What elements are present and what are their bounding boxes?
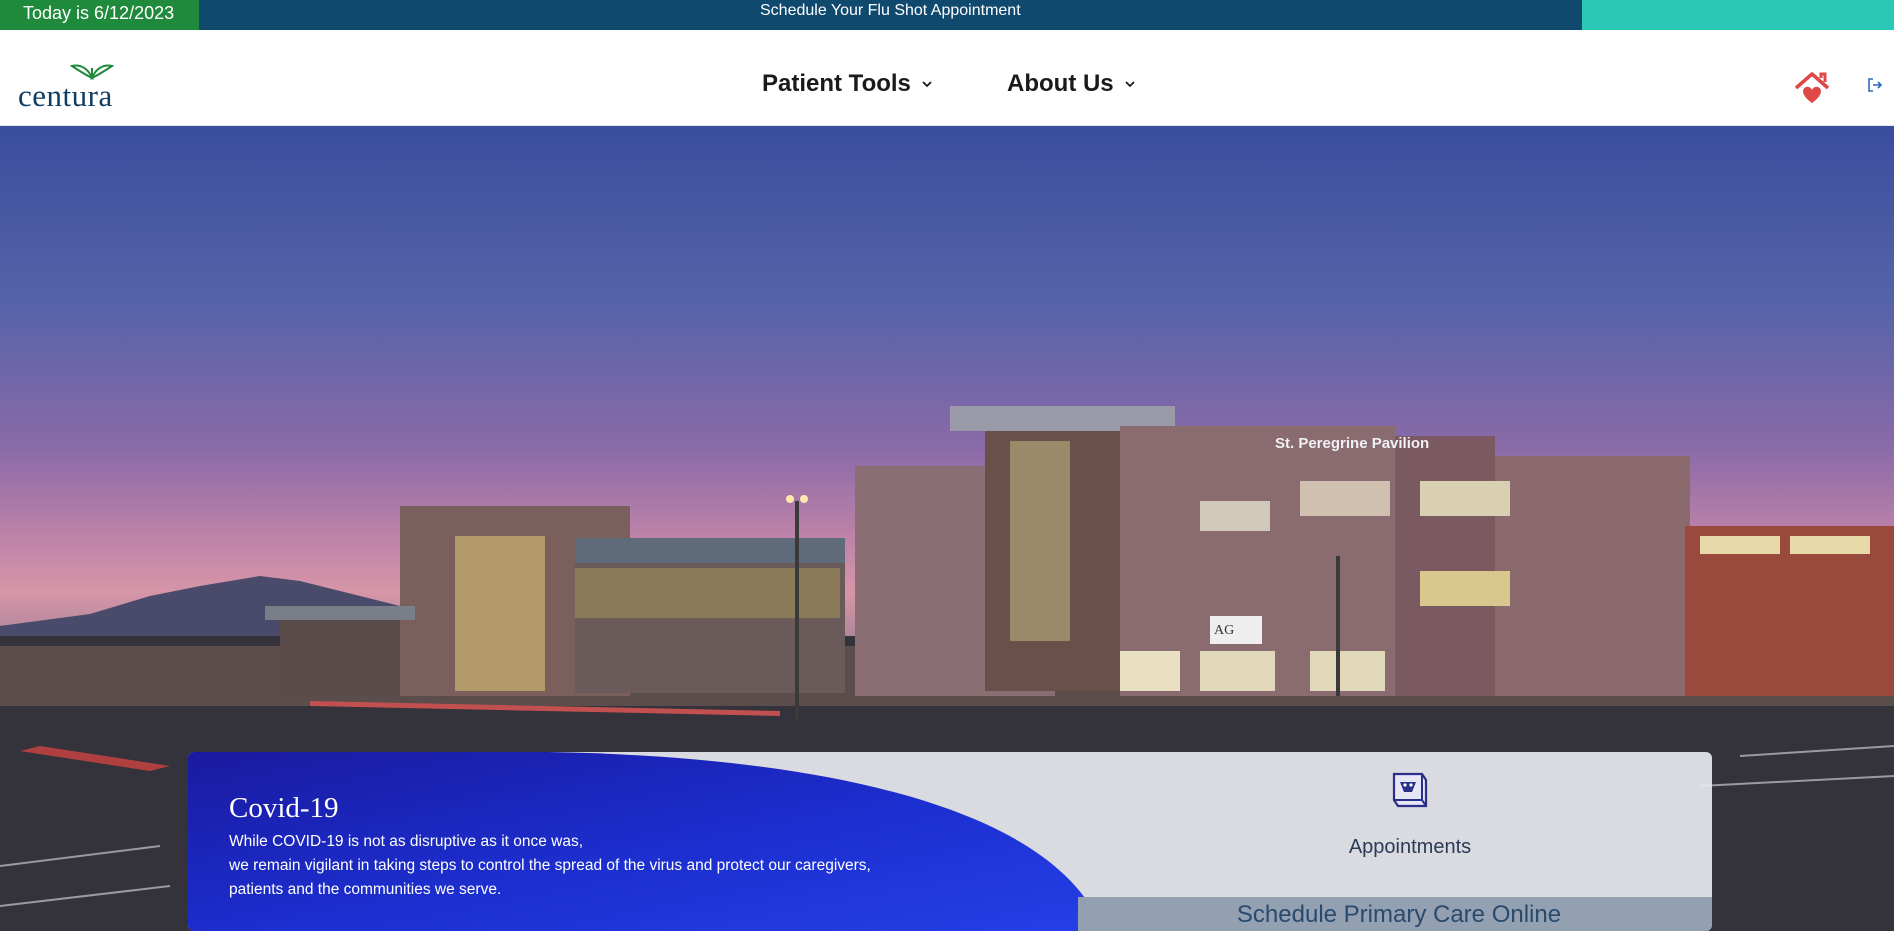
nav-about-us-label: About Us — [1007, 70, 1114, 97]
covid-description: While COVID-19 is not as disruptive as i… — [229, 830, 871, 902]
covid-line-3: patients and the communities we serve. — [229, 881, 502, 898]
covid-info-card: Covid-19 While COVID-19 is not as disrup… — [188, 752, 1712, 931]
covid-title: Covid-19 — [229, 792, 339, 824]
chevron-down-icon — [922, 81, 932, 88]
date-display: Today is 6/12/2023 — [0, 0, 199, 30]
centura-logo[interactable]: centura — [18, 60, 128, 113]
banner-accent-block — [1582, 0, 1894, 30]
nav-patient-tools-label: Patient Tools — [762, 70, 911, 97]
building-logo-sign: AG — [1214, 623, 1234, 638]
logout-icon[interactable] — [1866, 76, 1884, 94]
appointments-link[interactable]: Appointments — [1288, 836, 1532, 859]
main-header: centura Patient Tools About Us — [0, 30, 1894, 126]
covid-line-2: we remain vigilant in taking steps to co… — [229, 857, 871, 874]
nav-about-us[interactable]: About Us — [1007, 70, 1136, 98]
schedule-primary-care-button[interactable]: Schedule Primary Care Online — [1078, 897, 1712, 931]
chevron-down-icon — [1125, 81, 1135, 88]
hero-banner: St. Peregrine Pavilion AG Covid-19 While… — [0, 126, 1894, 931]
logo-wordmark: centura — [18, 78, 113, 113]
home-heart-icon[interactable] — [1792, 70, 1832, 106]
top-banner: Today is 6/12/2023 Schedule Your Flu Sho… — [0, 0, 1894, 30]
nav-patient-tools[interactable]: Patient Tools — [762, 70, 933, 98]
flu-shot-link[interactable]: Schedule Your Flu Shot Appointment — [760, 0, 1021, 22]
schedule-primary-care-label: Schedule Primary Care Online — [1236, 901, 1562, 928]
appointment-book-icon[interactable] — [1388, 770, 1432, 810]
leaf-icon — [70, 64, 114, 80]
covid-line-1: While COVID-19 is not as disruptive as i… — [229, 833, 584, 850]
building-sign: St. Peregrine Pavilion — [1275, 435, 1429, 452]
